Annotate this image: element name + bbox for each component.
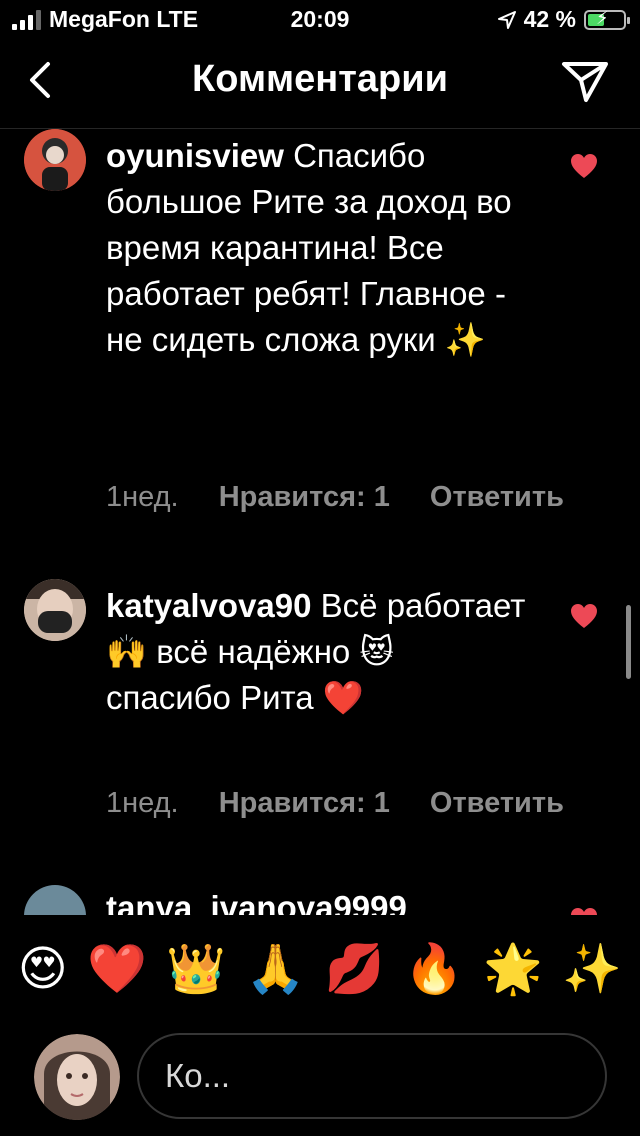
comment-input[interactable]: [137, 1033, 607, 1119]
avatar[interactable]: [24, 885, 86, 915]
comment-age: 1нед.: [106, 787, 179, 819]
red-heart-emoji[interactable]: ❤️: [87, 940, 147, 1000]
glowing-star-emoji[interactable]: 🌟: [483, 940, 543, 1000]
reply-button[interactable]: Ответить: [430, 481, 564, 513]
send-direct-icon[interactable]: [560, 58, 610, 104]
comments-list[interactable]: oyunisview Спасибо большое Рите за доход…: [0, 129, 640, 915]
emoji-bar: 😍 ❤️ 👑 🙏 💋 🔥 🌟 ✨: [0, 915, 640, 1025]
battery-percent: 42 %: [523, 6, 576, 32]
comment-text: tanya_ivanova9999: [106, 885, 526, 915]
comment-likes[interactable]: Нравится: 1: [219, 787, 390, 819]
comment-text: katyalvova90 Всё работает 🙌 всё надёжно …: [106, 583, 526, 721]
heart-icon[interactable]: [570, 603, 598, 629]
heart-eyes-emoji[interactable]: 😍: [18, 940, 68, 1000]
comment-text: oyunisview Спасибо большое Рите за доход…: [106, 133, 526, 363]
crown-emoji[interactable]: 👑: [166, 940, 226, 1000]
comment-username[interactable]: oyunisview: [106, 137, 293, 174]
comment-username[interactable]: tanya_ivanova9999: [106, 889, 407, 915]
battery-icon: ⚡: [584, 8, 630, 30]
avatar[interactable]: [24, 129, 86, 191]
status-bar: MegaFon LTE 20:09 42 % ⚡: [0, 0, 640, 40]
scrollbar[interactable]: [626, 605, 631, 679]
heart-icon[interactable]: [570, 907, 598, 915]
folded-hands-emoji[interactable]: 🙏: [246, 940, 306, 1000]
status-right: 42 % ⚡: [497, 6, 630, 33]
fire-emoji[interactable]: 🔥: [404, 940, 464, 1000]
heart-icon[interactable]: [570, 153, 598, 179]
location-arrow-icon: [497, 10, 516, 29]
sparkles-emoji[interactable]: ✨: [562, 940, 622, 1000]
kiss-mark-emoji[interactable]: 💋: [325, 940, 385, 1000]
reply-button[interactable]: Ответить: [430, 787, 564, 819]
comment-meta: 1нед. Нравится: 1 Ответить: [106, 787, 596, 820]
comment-meta: 1нед. Нравится: 1 Ответить: [106, 481, 596, 514]
comment-username[interactable]: katyalvova90: [106, 587, 321, 624]
header: Комментарии: [0, 40, 640, 129]
comment-age: 1нед.: [106, 481, 179, 513]
comment-likes[interactable]: Нравится: 1: [219, 481, 390, 513]
page-title: Комментарии: [192, 58, 448, 100]
avatar[interactable]: [24, 579, 86, 641]
current-user-avatar[interactable]: [34, 1034, 120, 1120]
